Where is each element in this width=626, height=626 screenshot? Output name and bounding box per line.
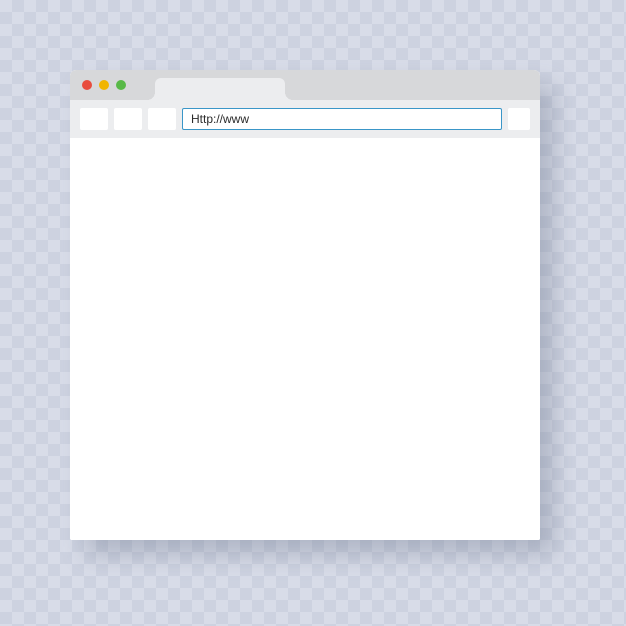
forward-button[interactable] xyxy=(114,108,142,130)
minimize-button[interactable] xyxy=(99,80,109,90)
close-button[interactable] xyxy=(82,80,92,90)
browser-tab[interactable] xyxy=(155,78,285,100)
title-bar xyxy=(70,70,540,100)
maximize-button[interactable] xyxy=(116,80,126,90)
toolbar: Http://www xyxy=(70,100,540,138)
content-area xyxy=(70,138,540,540)
traffic-lights xyxy=(82,80,126,90)
back-button[interactable] xyxy=(80,108,108,130)
refresh-button[interactable] xyxy=(148,108,176,130)
address-bar[interactable]: Http://www xyxy=(182,108,502,130)
browser-window: Http://www xyxy=(70,70,540,540)
menu-button[interactable] xyxy=(508,108,530,130)
address-bar-text: Http://www xyxy=(191,112,249,126)
